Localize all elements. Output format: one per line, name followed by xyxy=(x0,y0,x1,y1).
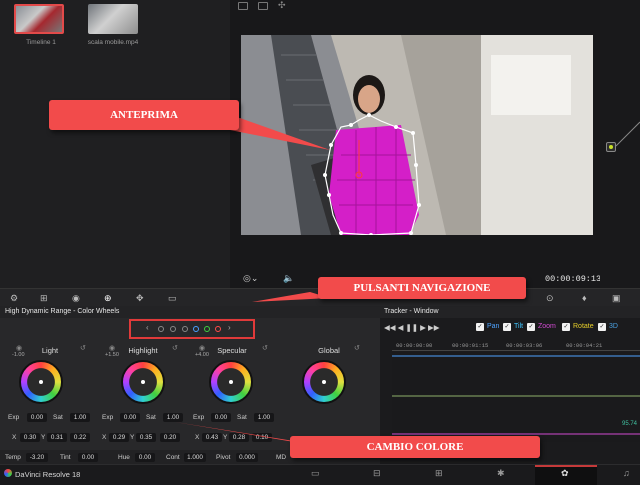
preview-callout: ANTEPRIMA xyxy=(49,100,239,130)
resolve-window: Timeline 1 scala mobile.mp4 ✣ ◎⌄ 🔈 00:00… xyxy=(0,0,640,485)
annotation-pointers xyxy=(175,118,330,448)
nav-buttons-callout: PULSANTI NAVIGAZIONE xyxy=(318,277,526,299)
color-change-callout: CAMBIO COLORE xyxy=(290,436,540,458)
